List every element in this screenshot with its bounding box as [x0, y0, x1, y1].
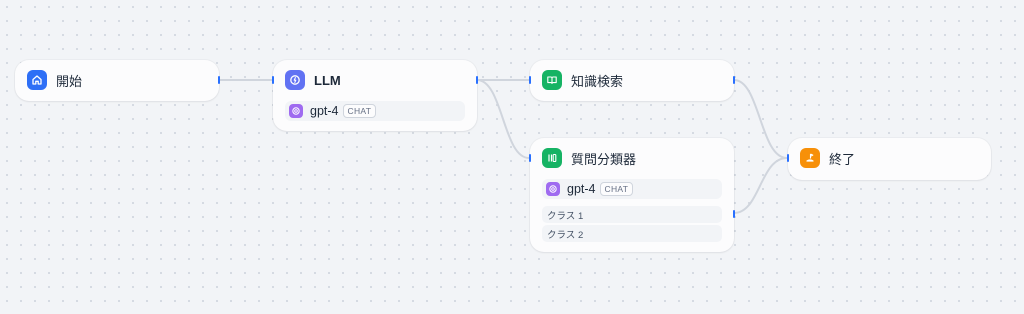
input-handle[interactable]: [529, 76, 531, 84]
model-name: gpt-4: [310, 104, 339, 118]
node-title: 知識検索: [571, 73, 624, 89]
end-node[interactable]: 終了: [787, 138, 991, 180]
class-item[interactable]: クラス 1: [542, 206, 722, 223]
class-item[interactable]: クラス 2: [542, 225, 722, 242]
book-icon: [542, 70, 562, 90]
input-handle[interactable]: [529, 154, 531, 162]
openai-icon: [289, 104, 303, 118]
class-1-output-handle[interactable]: [733, 210, 735, 218]
model-name: gpt-4: [567, 182, 596, 196]
node-title: 終了: [829, 151, 856, 167]
edge-classifier-end: [733, 157, 788, 214]
node-title: 質問分類器: [571, 151, 637, 167]
model-mode-badge: CHAT: [342, 104, 377, 118]
output-handle[interactable]: [218, 76, 220, 84]
llm-icon: [285, 70, 305, 90]
edge-llm-classifier: [476, 79, 530, 159]
node-title: LLM: [314, 72, 341, 88]
output-handle[interactable]: [733, 76, 735, 84]
start-node[interactable]: 開始: [15, 60, 220, 101]
output-handle[interactable]: [476, 76, 478, 84]
input-handle[interactable]: [272, 76, 274, 84]
llm-node[interactable]: LLM gpt-4 CHAT: [272, 60, 478, 131]
question-classifier-node[interactable]: 質問分類器 gpt-4 CHAT クラス 1 クラス 2: [529, 138, 735, 252]
knowledge-retrieval-node[interactable]: 知識検索: [529, 60, 735, 101]
end-flag-icon: [800, 148, 820, 168]
edge-knowledge-end: [733, 79, 788, 159]
classifier-icon: [542, 148, 562, 168]
model-selector[interactable]: gpt-4 CHAT: [542, 179, 722, 199]
node-title: 開始: [56, 73, 83, 89]
model-mode-badge: CHAT: [599, 182, 634, 196]
model-selector[interactable]: gpt-4 CHAT: [285, 101, 465, 121]
home-icon: [27, 70, 47, 90]
openai-icon: [546, 182, 560, 196]
input-handle[interactable]: [787, 154, 789, 162]
